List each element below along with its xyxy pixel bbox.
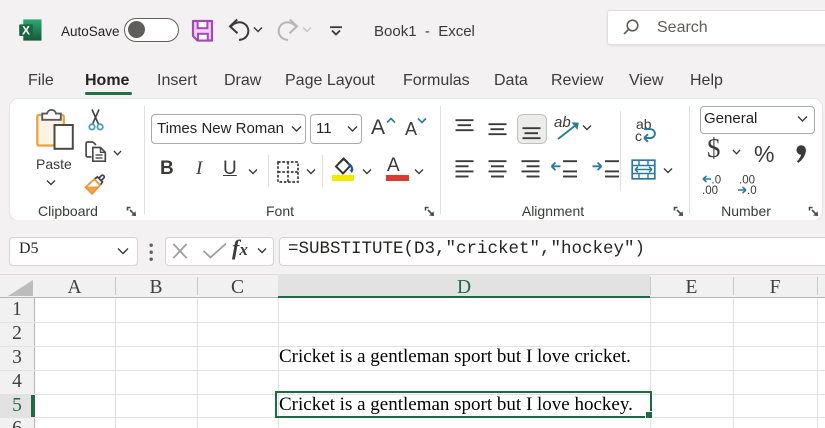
- svg-text:.0: .0: [747, 185, 757, 195]
- svg-text:.00: .00: [702, 185, 718, 195]
- svg-text:X: X: [22, 24, 30, 38]
